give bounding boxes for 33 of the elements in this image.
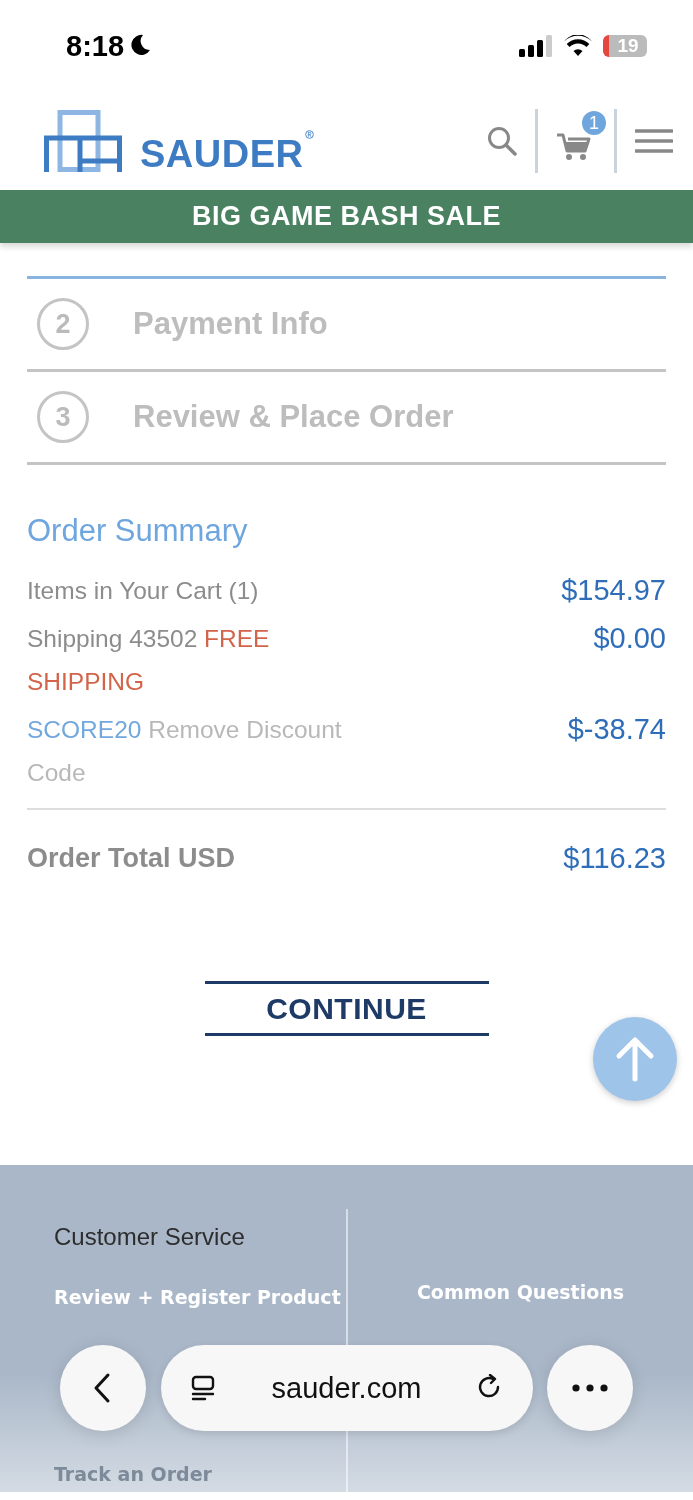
amount: $154.97 bbox=[561, 573, 666, 608]
step-title[interactable]: Payment Info bbox=[133, 306, 328, 342]
amount: $0.00 bbox=[593, 621, 666, 656]
footer-heading: Customer Service bbox=[54, 1223, 246, 1251]
cart-count-badge: 1 bbox=[582, 111, 606, 135]
step-number: 3 bbox=[37, 391, 89, 443]
step-title[interactable]: Review & Place Order bbox=[133, 399, 454, 435]
summary-label: SCORE20 Remove Discount Code bbox=[27, 715, 343, 788]
back-button[interactable] bbox=[60, 1345, 146, 1431]
brand-name: SAUDER bbox=[140, 136, 304, 172]
address-bar[interactable]: sauder.com bbox=[160, 1345, 533, 1431]
footer-link[interactable]: Review + Register Product bbox=[54, 1286, 346, 1308]
amount: $-38.74 bbox=[567, 712, 666, 747]
summary-label: Items in Your Cart (1) bbox=[27, 576, 260, 606]
section-title: Order Summary bbox=[27, 513, 249, 549]
more-button[interactable] bbox=[547, 1345, 633, 1431]
footer-link[interactable]: Common Questions bbox=[416, 1281, 625, 1303]
battery-level: 19 bbox=[617, 35, 639, 57]
footer-link[interactable]: Track an Order bbox=[54, 1463, 346, 1485]
menu-icon[interactable] bbox=[635, 128, 673, 154]
total-label: Order Total USD bbox=[27, 843, 236, 874]
back-to-top-button[interactable] bbox=[592, 1016, 678, 1102]
search-icon[interactable] bbox=[487, 126, 517, 156]
total-amount: $116.23 bbox=[563, 842, 666, 875]
continue-button[interactable]: CONTINUE bbox=[204, 981, 489, 1036]
signal-icon bbox=[519, 35, 553, 57]
url-text: sauder.com bbox=[271, 1371, 422, 1405]
sale-banner[interactable]: BIG GAME BASH SALE bbox=[0, 190, 693, 243]
summary-label: Shipping 43502 FREE SHIPPING bbox=[27, 624, 271, 697]
step-number: 2 bbox=[37, 298, 89, 350]
moon-icon bbox=[128, 33, 153, 57]
clock-time: 8:18 bbox=[66, 29, 125, 63]
registered-icon bbox=[305, 129, 315, 139]
